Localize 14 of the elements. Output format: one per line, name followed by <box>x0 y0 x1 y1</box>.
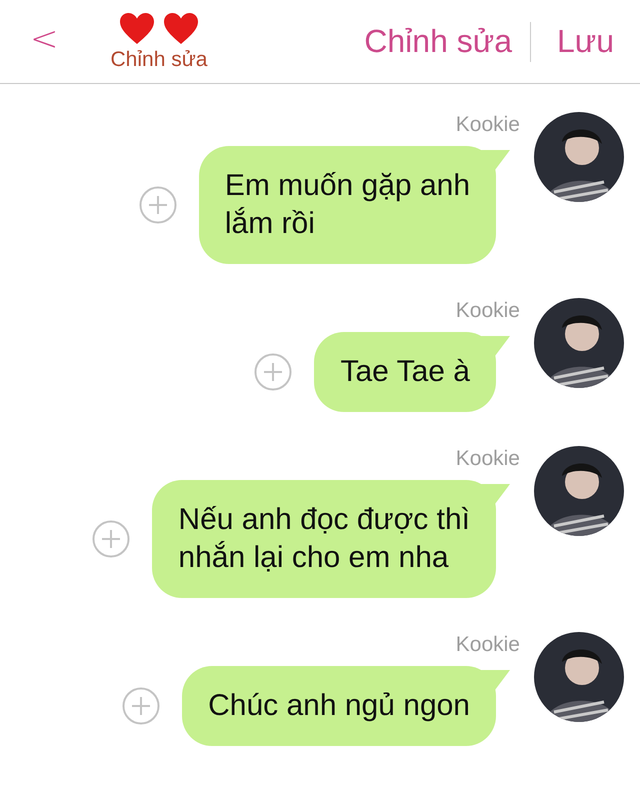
sender-name: Kookie <box>456 298 520 324</box>
heart-icon <box>162 12 199 46</box>
sender-name: Kookie <box>456 632 520 658</box>
add-icon[interactable] <box>138 186 177 224</box>
sender-name: Kookie <box>456 112 520 138</box>
sender-name: Kookie <box>456 446 520 472</box>
header-subtitle: Chỉnh sửa <box>110 48 208 72</box>
edit-button[interactable]: Chỉnh sửa <box>364 23 512 60</box>
add-icon[interactable] <box>122 687 160 725</box>
add-icon[interactable] <box>254 353 292 391</box>
save-button[interactable]: Lưu <box>556 23 614 60</box>
heart-icon <box>118 12 155 46</box>
add-icon[interactable] <box>92 520 130 558</box>
back-button[interactable]: < <box>30 18 58 58</box>
